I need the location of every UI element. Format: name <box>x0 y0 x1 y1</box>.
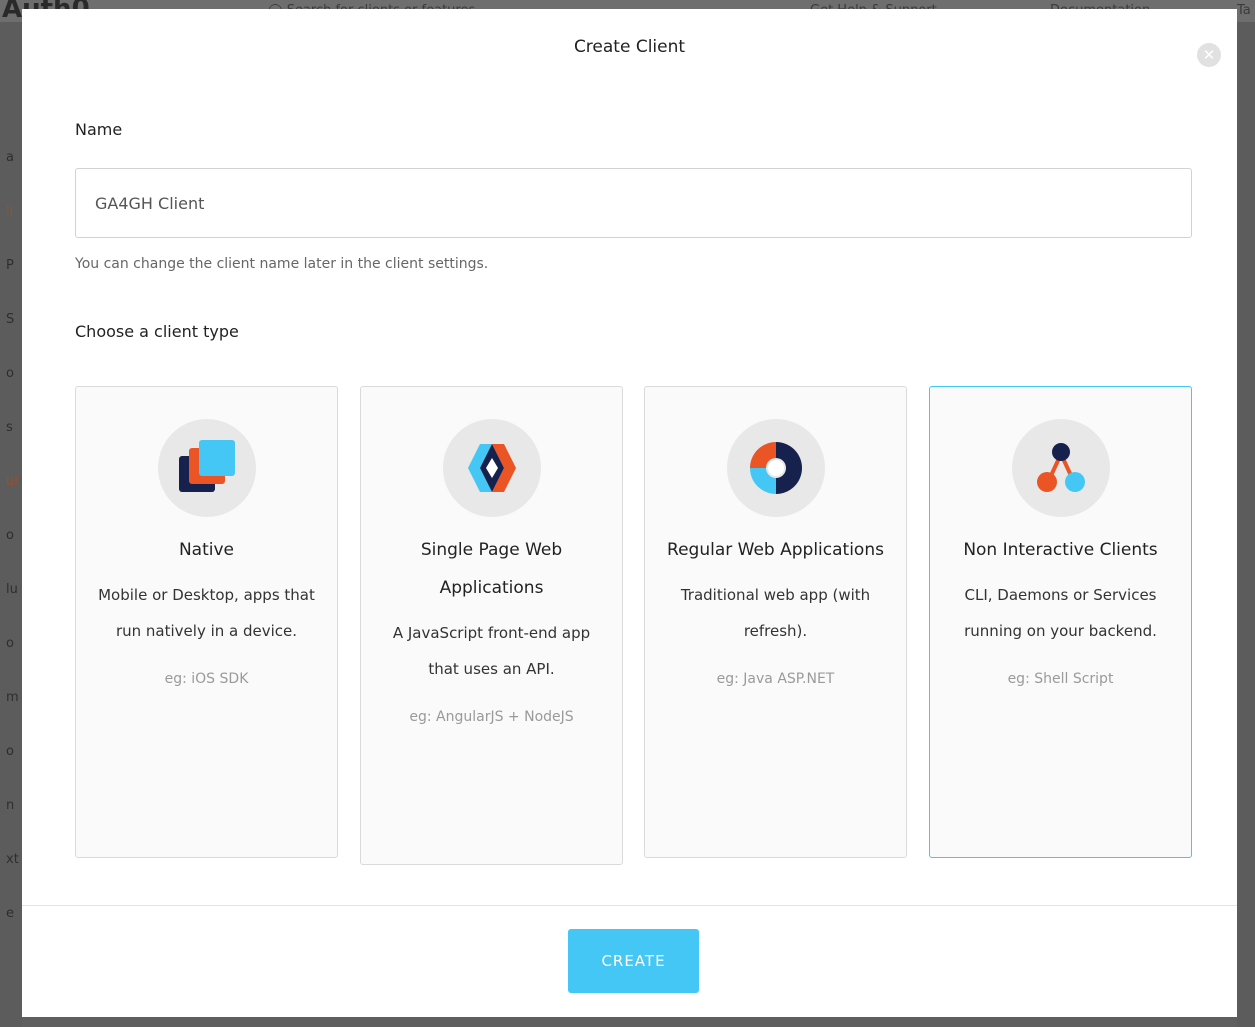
background-sidebar-item: P <box>6 258 14 273</box>
non-interactive-icon <box>1011 419 1110 517</box>
card-title: Native <box>178 540 235 560</box>
background-sidebar-item: o <box>6 528 14 543</box>
card-example: eg: AngularJS + NodeJS <box>409 709 574 725</box>
card-title: Non Interactive Clients <box>963 540 1158 560</box>
client-type-card-non-interactive[interactable]: Non Interactive Clients CLI, Daemons or … <box>929 386 1192 858</box>
modal-title: Create Client <box>573 37 686 57</box>
background-sidebar-item: o <box>6 636 14 651</box>
client-type-card-spa[interactable]: Single Page Web Applications A JavaScrip… <box>360 386 623 865</box>
create-client-modal: Create Client ✕ Name You can change the … <box>22 9 1237 1017</box>
client-type-card-native[interactable]: Native Mobile or Desktop, apps that run … <box>75 386 338 858</box>
background-sidebar-item: ul <box>6 474 18 489</box>
footer-divider <box>22 905 1237 906</box>
regular-web-icon <box>726 419 825 517</box>
card-description: Traditional web app (with refresh). <box>680 586 871 640</box>
background-sidebar-item: o <box>6 366 14 381</box>
name-hint: You can change the client name later in … <box>75 256 489 272</box>
card-example: eg: Java ASP.NET <box>716 671 835 687</box>
name-label: Name <box>75 120 123 139</box>
client-name-input[interactable] <box>75 168 1192 238</box>
background-sidebar-item: lu <box>6 582 18 597</box>
card-example: eg: Shell Script <box>1007 671 1114 687</box>
close-icon[interactable]: ✕ <box>1197 43 1221 67</box>
background-sidebar: a li P S o s ul o lu o m o n xt e <box>0 22 22 1027</box>
background-sidebar-item: e <box>6 906 14 921</box>
background-nav-tail: Ta <box>1237 3 1251 18</box>
background-sidebar-item: o <box>6 744 14 759</box>
client-type-label: Choose a client type <box>75 322 239 341</box>
native-icon <box>157 419 256 517</box>
create-button[interactable]: CREATE <box>568 929 699 993</box>
background-sidebar-item: n <box>6 798 15 813</box>
card-title: Regular Web Applications <box>667 540 884 560</box>
card-description: CLI, Daemons or Services running on your… <box>964 586 1157 640</box>
background-sidebar-item: xt <box>6 852 19 867</box>
spa-icon <box>442 419 541 517</box>
card-description: Mobile or Desktop, apps that run nativel… <box>98 586 315 640</box>
background-right-edge <box>1237 22 1255 1027</box>
background-sidebar-item: li <box>6 204 14 219</box>
background-sidebar-item: m <box>6 690 19 705</box>
background-sidebar-item: S <box>6 312 15 327</box>
card-title: Single Page Web Applications <box>420 540 563 598</box>
card-example: eg: iOS SDK <box>164 671 249 687</box>
client-type-card-regular-web[interactable]: Regular Web Applications Traditional web… <box>644 386 907 858</box>
background-sidebar-item: s <box>6 420 13 435</box>
background-sidebar-item: a <box>6 150 14 165</box>
card-description: A JavaScript front-end app that uses an … <box>392 624 591 678</box>
